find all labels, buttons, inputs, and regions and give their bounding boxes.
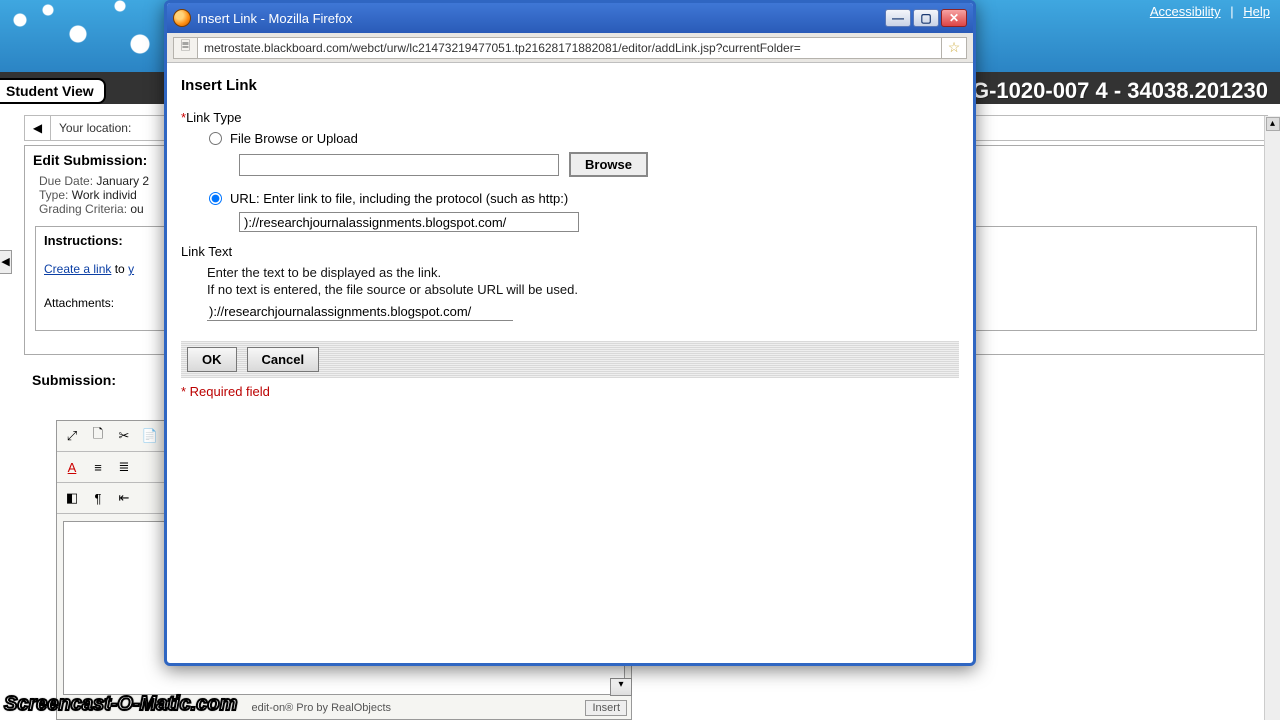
breadcrumb-label: Your location:: [51, 121, 131, 135]
dialog-button-bar: OK Cancel: [181, 341, 959, 378]
submission-label: Submission:: [32, 372, 116, 388]
type-value: Work individ: [72, 188, 137, 202]
grading-value: ou: [130, 202, 143, 216]
minimize-button[interactable]: —: [885, 9, 911, 27]
link-text-hint2: If no text is entered, the file source o…: [207, 282, 959, 297]
link-text-label: Link Text: [181, 244, 959, 259]
editor-zoom-dropdown[interactable]: ▾: [610, 678, 632, 696]
url-option-label: URL: Enter link to file, including the p…: [230, 191, 568, 206]
accessibility-link[interactable]: Accessibility: [1150, 4, 1221, 19]
maximize-button[interactable]: ▢: [913, 9, 939, 27]
help-link[interactable]: Help: [1243, 4, 1270, 19]
new-doc-icon[interactable]: 🗋: [87, 425, 109, 447]
url-input[interactable]: [197, 37, 941, 59]
required-field-note: * Required field: [181, 384, 959, 399]
dialog-titlebar[interactable]: Insert Link - Mozilla Firefox — ▢ ✕: [167, 3, 973, 33]
due-date-label: Due Date:: [39, 174, 93, 188]
outdent-icon[interactable]: ⇤: [113, 487, 135, 509]
copy-icon[interactable]: 📄: [139, 425, 161, 447]
file-browse-radio[interactable]: [209, 132, 222, 145]
dialog-title: Insert Link - Mozilla Firefox: [197, 11, 885, 26]
address-bar: 🗏 ☆: [167, 33, 973, 63]
link-separator: |: [1230, 4, 1233, 19]
browse-button[interactable]: Browse: [569, 152, 648, 177]
type-label: Type:: [39, 188, 68, 202]
site-identity-icon[interactable]: 🗏: [173, 37, 197, 59]
page-scrollbar[interactable]: ▴: [1264, 116, 1280, 720]
top-links: Accessibility | Help: [1150, 4, 1270, 19]
expand-icon[interactable]: ⤢: [61, 425, 83, 447]
file-browse-label: File Browse or Upload: [230, 131, 358, 146]
align-center-icon[interactable]: ≣: [113, 456, 135, 478]
close-button[interactable]: ✕: [941, 9, 967, 27]
editor-mode: Insert: [585, 700, 627, 716]
dialog-heading: Insert Link: [181, 77, 959, 94]
instructions-rest-link[interactable]: y: [128, 262, 134, 276]
course-title: G-1020-007 4 - 34038.201230: [972, 78, 1268, 104]
cut-icon[interactable]: ✂: [113, 425, 135, 447]
due-date-value: January 2: [96, 174, 149, 188]
left-collapse-handle[interactable]: ◀: [0, 250, 12, 274]
student-view-tab[interactable]: Student View: [0, 78, 106, 104]
link-type-label: *Link Type: [181, 110, 959, 125]
breadcrumb-back-button[interactable]: ◀: [25, 116, 51, 140]
cube-icon[interactable]: ◧: [61, 487, 83, 509]
dialog-content: Insert Link *Link Type File Browse or Up…: [167, 63, 973, 409]
font-color-icon[interactable]: A: [61, 456, 83, 478]
grading-label: Grading Criteria:: [39, 202, 127, 216]
file-path-input[interactable]: [239, 154, 559, 176]
instructions-to: to: [115, 262, 125, 276]
align-left-icon[interactable]: ≡: [87, 456, 109, 478]
insert-link-dialog: Insert Link - Mozilla Firefox — ▢ ✕ 🗏 ☆ …: [164, 0, 976, 666]
cancel-button[interactable]: Cancel: [247, 347, 320, 372]
url-radio[interactable]: [209, 192, 222, 205]
pilcrow-icon[interactable]: ¶: [87, 487, 109, 509]
create-link-link[interactable]: Create a link: [44, 262, 111, 276]
bookmark-star-icon[interactable]: ☆: [941, 37, 967, 59]
watermark: Screencast-O-Matic.com: [4, 693, 237, 716]
url-value-input[interactable]: [239, 212, 579, 232]
link-text-input[interactable]: [207, 303, 513, 321]
firefox-icon: [173, 9, 191, 27]
scroll-up-icon[interactable]: ▴: [1266, 117, 1280, 131]
link-text-hint1: Enter the text to be displayed as the li…: [207, 265, 959, 280]
ok-button[interactable]: OK: [187, 347, 237, 372]
